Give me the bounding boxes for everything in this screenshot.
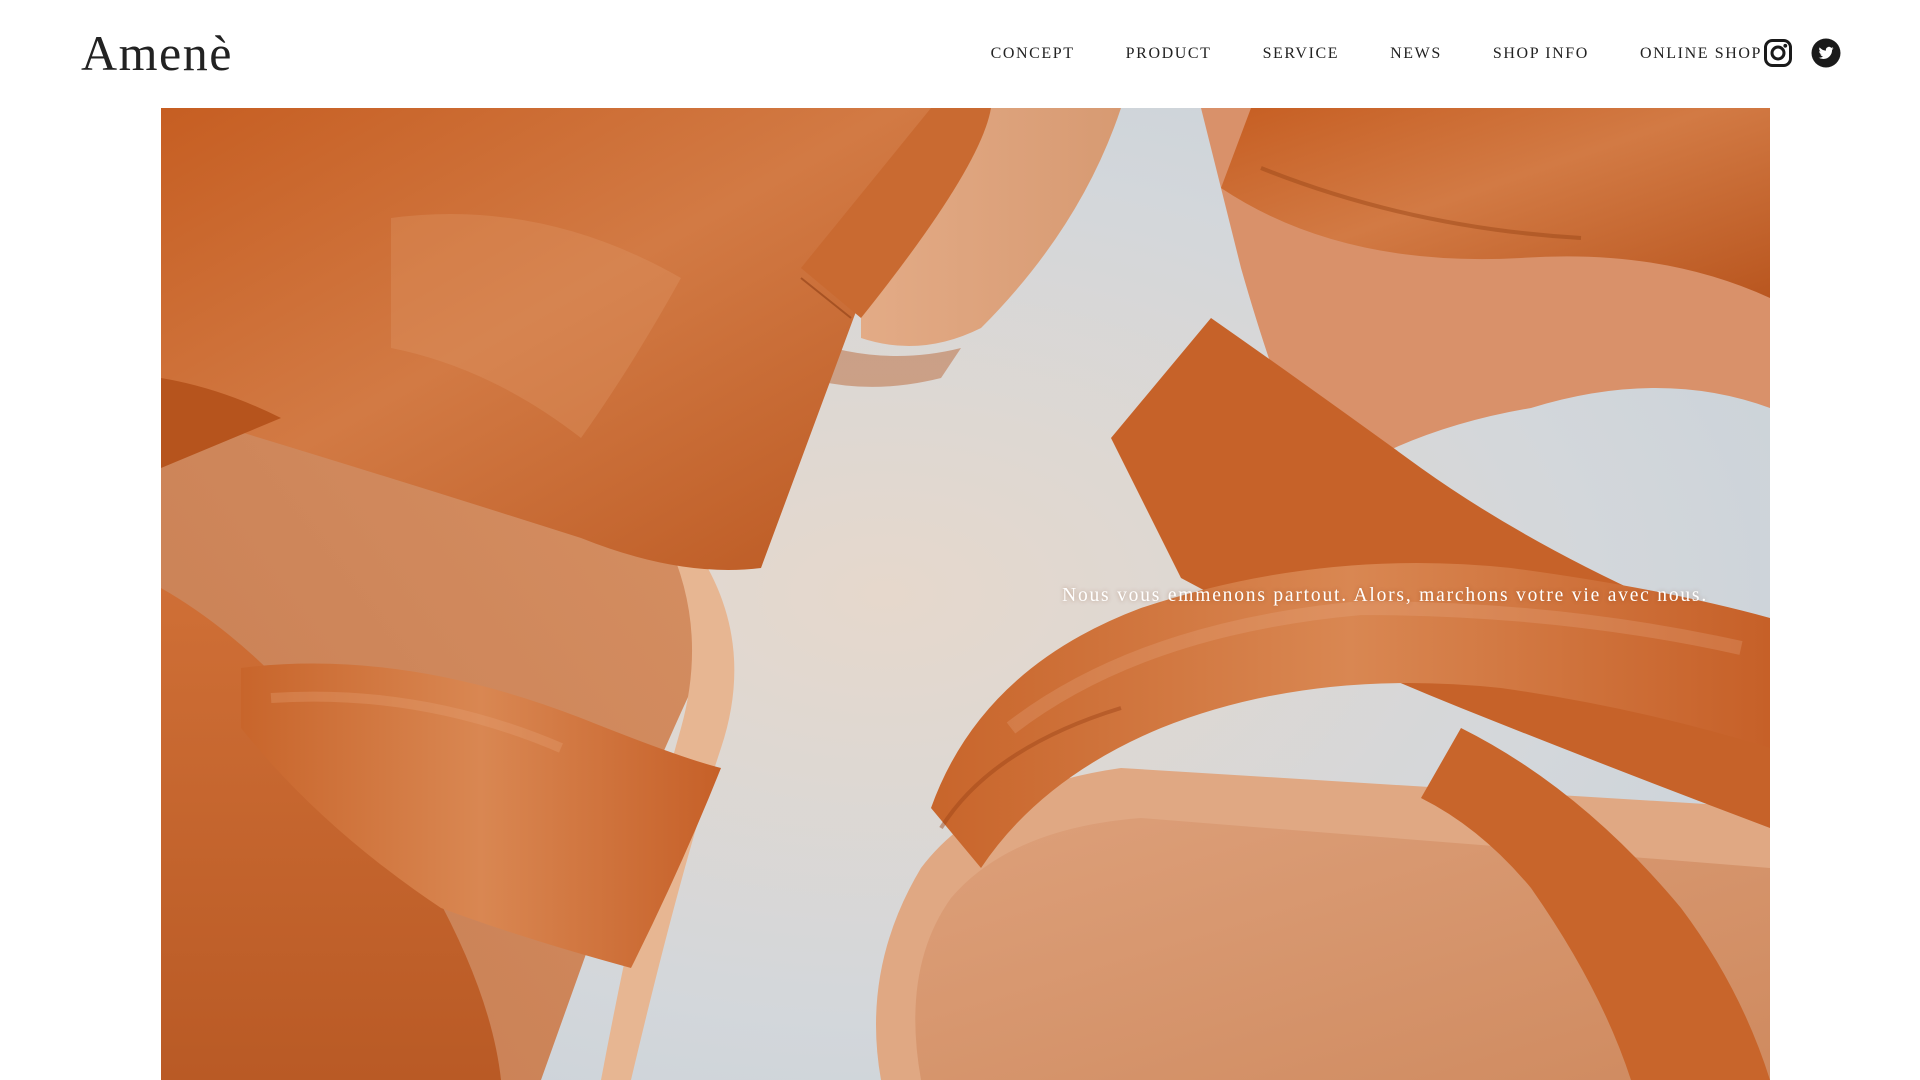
brand-logo[interactable]: Amenè bbox=[81, 22, 233, 84]
nav-item-news[interactable]: NEWS bbox=[1390, 40, 1442, 68]
page: Amenè CONCEPT PRODUCT SERVICE NEWS SHOP … bbox=[0, 0, 1920, 1080]
hero-image: Nous vous emmenons partout. Alors, march… bbox=[161, 108, 1770, 1080]
instagram-icon bbox=[1764, 39, 1792, 67]
main-nav: CONCEPT PRODUCT SERVICE NEWS SHOP INFO O… bbox=[991, 40, 1762, 68]
nav-item-concept[interactable]: CONCEPT bbox=[991, 40, 1075, 68]
nav-item-shop-info[interactable]: SHOP INFO bbox=[1493, 40, 1589, 68]
nav-item-product[interactable]: PRODUCT bbox=[1126, 40, 1212, 68]
twitter-icon bbox=[1811, 38, 1841, 68]
hero-tagline: Nous vous emmenons partout. Alors, march… bbox=[1062, 585, 1708, 606]
nav-item-online-shop[interactable]: ONLINE SHOP bbox=[1640, 40, 1762, 68]
nav-item-service[interactable]: SERVICE bbox=[1263, 40, 1340, 68]
twitter-link[interactable] bbox=[1811, 38, 1841, 68]
site-header: Amenè CONCEPT PRODUCT SERVICE NEWS SHOP … bbox=[0, 0, 1920, 108]
instagram-link[interactable] bbox=[1763, 38, 1793, 68]
